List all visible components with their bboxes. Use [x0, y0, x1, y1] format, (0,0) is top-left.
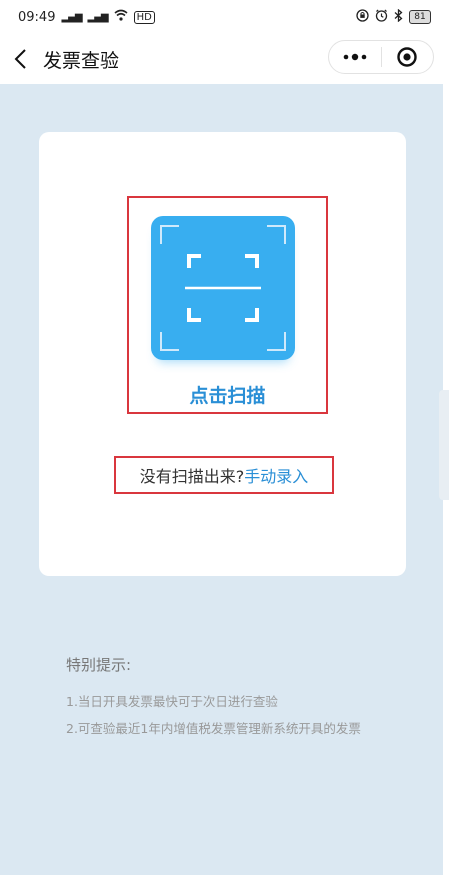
bluetooth-icon: [394, 8, 403, 26]
signal-icon: ▂▄▆: [61, 11, 82, 23]
status-bar: 09:49 ▂▄▆ ▂▄▆ HD 81: [0, 0, 449, 34]
status-left: 09:49 ▂▄▆ ▂▄▆ HD: [18, 9, 155, 25]
target-circle-icon[interactable]: [382, 41, 434, 73]
manual-entry-link[interactable]: 手动录入: [244, 463, 308, 487]
page-title: 发票查验: [43, 50, 120, 72]
status-right: 81: [356, 8, 431, 26]
scan-card: 点击扫描 没有扫描出来? 手动录入: [39, 132, 406, 576]
manual-entry-row: 没有扫描出来? 手动录入: [114, 456, 334, 494]
more-dots-icon[interactable]: [329, 41, 381, 73]
lock-rotation-icon: [356, 8, 369, 26]
floating-side-tab[interactable]: [439, 390, 449, 500]
back-arrow-icon[interactable]: [12, 48, 32, 70]
scan-frame-icon: [151, 216, 295, 360]
scan-label: 点击扫描: [189, 385, 266, 407]
status-time: 09:49: [18, 9, 56, 25]
battery-indicator: 81: [409, 10, 431, 24]
scan-button[interactable]: 点击扫描: [127, 196, 328, 414]
mini-program-capsule: [328, 40, 434, 74]
title-bar: 发票查验: [0, 34, 449, 84]
manual-question: 没有扫描出来?: [139, 467, 245, 486]
tip-item: 1.当日开具发票最快可于次日进行查验: [66, 694, 278, 709]
alarm-icon: [375, 9, 388, 26]
tip-item: 2.可查验最近1年内增值税发票管理新系统开具的发票: [66, 721, 361, 736]
wifi-icon: [114, 9, 128, 25]
hd-badge: HD: [133, 10, 155, 24]
signal-icon-2: ▂▄▆: [87, 11, 109, 23]
tips-title: 特别提示:: [66, 656, 132, 674]
